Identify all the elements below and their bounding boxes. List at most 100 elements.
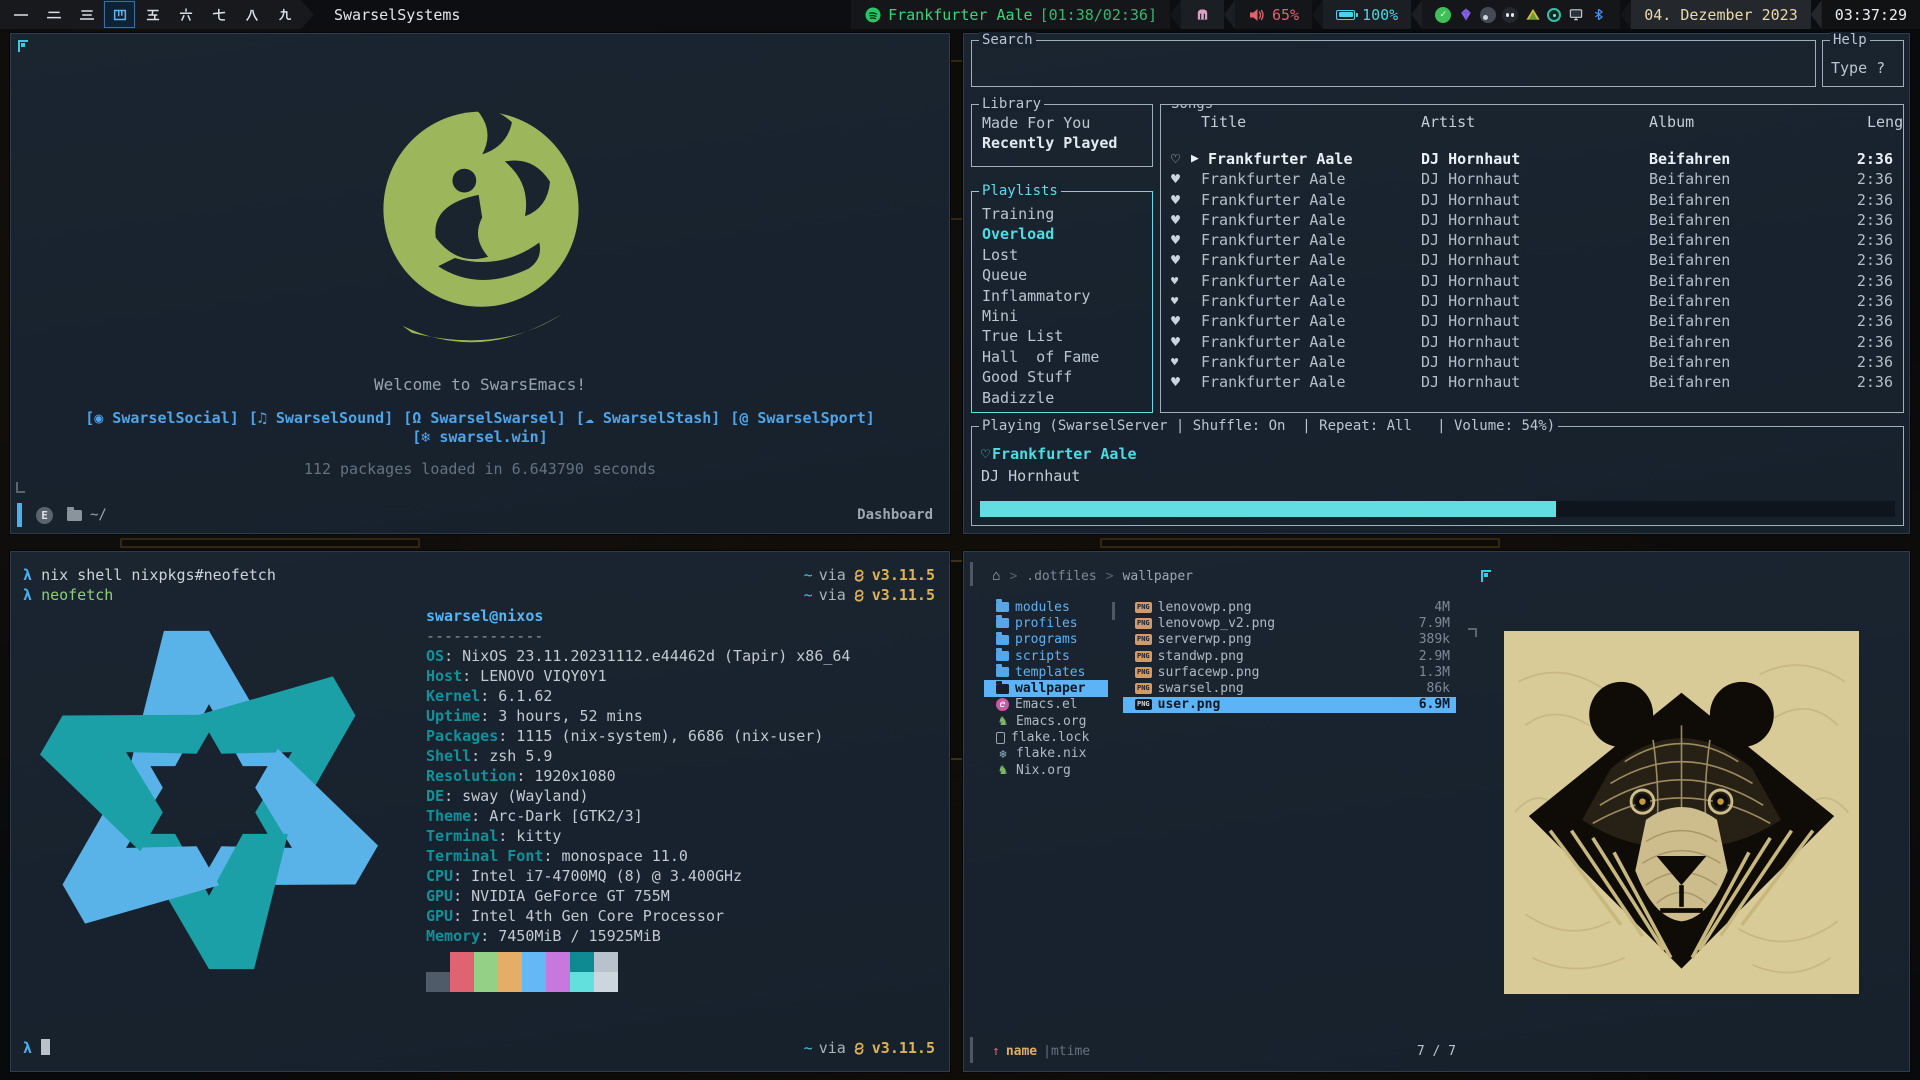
playlist-item[interactable]: Training xyxy=(972,204,1152,224)
dashboard-link-swarselsound[interactable]: [♫ SwarselSound] xyxy=(249,409,394,427)
home-icon[interactable]: ⌂ xyxy=(992,568,1000,584)
music-player-window: Search Help Type ? Library Made For YouR… xyxy=(963,33,1910,534)
gem-icon[interactable] xyxy=(1457,6,1474,23)
heart-icon[interactable]: ♥ xyxy=(1171,352,1178,372)
heart-icon[interactable]: ♥ xyxy=(1171,230,1180,250)
workspace-7[interactable] xyxy=(202,0,235,29)
date-module[interactable]: 04. Dezember 2023 xyxy=(1631,0,1811,29)
song-row[interactable]: ♥Frankfurter AaleDJ HornhautBeifahren2:3… xyxy=(1161,169,1903,189)
search-label: Search xyxy=(979,32,1036,48)
file-item-flake.nix[interactable]: ❄flake.nix xyxy=(984,746,1108,762)
file-item-user.png[interactable]: PNGuser.png6.9M xyxy=(1123,697,1456,713)
spotify-status[interactable]: Frankfurter Aale [01:38/02:36] xyxy=(851,0,1170,29)
song-row[interactable]: ♥Frankfurter AaleDJ HornhautBeifahren2:3… xyxy=(1161,250,1903,270)
dashboard-link-swarselsocial[interactable]: [◉ SwarselSocial] xyxy=(85,409,239,427)
search-box[interactable]: Search xyxy=(971,40,1816,87)
heart-icon[interactable]: ♥ xyxy=(1171,311,1180,331)
dashboard-link-swarselswarsel[interactable]: [Ω SwarselSwarsel] xyxy=(403,409,566,427)
playlist-item[interactable]: Inflammatory xyxy=(972,286,1152,306)
workspace-2[interactable] xyxy=(37,0,70,29)
heart-icon[interactable]: ♥ xyxy=(1171,250,1180,270)
breadcrumb-part[interactable]: .dotfiles xyxy=(1026,569,1096,584)
battery-module[interactable]: 100% xyxy=(1323,0,1411,29)
song-row[interactable]: ♥Frankfurter AaleDJ HornhautBeifahren2:3… xyxy=(1161,372,1903,392)
dir-item-wallpaper[interactable]: wallpaper xyxy=(984,680,1108,696)
playlist-item[interactable]: Badizzle xyxy=(972,388,1152,408)
file-item-emacs.el[interactable]: eEmacs.el xyxy=(984,697,1108,713)
swarsel-win-link[interactable]: [❄ swarsel.win] xyxy=(412,428,547,446)
song-row[interactable]: ♥Frankfurter AaleDJ HornhautBeifahren2:3… xyxy=(1161,210,1903,230)
breadcrumb-separator: > xyxy=(1009,569,1017,584)
breadcrumb[interactable]: ⌂ > .dotfiles > wallpaper xyxy=(992,568,1193,584)
workspace-3[interactable] xyxy=(70,0,103,29)
dashboard-link-swarselsport[interactable]: [@ SwarselSport] xyxy=(730,409,875,427)
file-item-surfacewp.png[interactable]: PNGsurfacewp.png1.3M xyxy=(1123,664,1456,680)
dashboard-link-swarselstash[interactable]: [☁ SwarselStash] xyxy=(576,409,721,427)
library-item[interactable]: Recently Played xyxy=(972,133,1152,153)
workspace-1[interactable] xyxy=(4,0,37,29)
bar-separator xyxy=(1312,0,1323,29)
dir-item-profiles[interactable]: profiles xyxy=(984,615,1108,631)
help-label: Help xyxy=(1830,32,1870,48)
song-row[interactable]: ♡▶Frankfurter AaleDJ HornhautBeifahren2:… xyxy=(1161,149,1903,169)
file-item-flake.lock[interactable]: flake.lock xyxy=(984,729,1108,745)
file-item-emacs.org[interactable]: ♞Emacs.org xyxy=(984,713,1108,729)
dir-item-templates[interactable]: templates xyxy=(984,664,1108,680)
dir-item-modules[interactable]: modules xyxy=(984,599,1108,615)
song-row[interactable]: ♥Frankfurter AaleDJ HornhautBeifahren2:3… xyxy=(1161,230,1903,250)
heart-icon[interactable]: ♡ xyxy=(1171,149,1180,169)
organ-module[interactable] xyxy=(1181,0,1224,29)
song-row[interactable]: ♥Frankfurter AaleDJ HornhautBeifahren2:3… xyxy=(1161,291,1903,311)
song-row[interactable]: ♥Frankfurter AaleDJ HornhautBeifahren2:3… xyxy=(1161,311,1903,331)
file-item-lenovowp.png[interactable]: PNGlenovowp.png4M xyxy=(1123,599,1456,615)
heart-icon[interactable]: ♥ xyxy=(1171,210,1180,230)
playlist-item[interactable]: True List xyxy=(972,326,1152,346)
heart-icon[interactable]: ♥ xyxy=(1171,332,1180,352)
sort-statusbar[interactable]: ↑ name |mtime xyxy=(992,1044,1090,1059)
playlist-item[interactable]: Overload xyxy=(972,224,1152,244)
playlist-item[interactable]: Hall of Fame xyxy=(972,347,1152,367)
song-row[interactable]: ♥Frankfurter AaleDJ HornhautBeifahren2:3… xyxy=(1161,190,1903,210)
progress-bar[interactable] xyxy=(980,501,1895,517)
workspace-5[interactable] xyxy=(136,0,169,29)
dir-item-programs[interactable]: programs xyxy=(984,632,1108,648)
heart-icon[interactable]: ♥ xyxy=(1171,372,1180,392)
heart-icon[interactable]: ♥ xyxy=(1171,169,1180,189)
folder-icon xyxy=(996,684,1009,694)
heart-icon[interactable]: ♥ xyxy=(1171,271,1178,291)
heart-icon[interactable]: ♥ xyxy=(1171,190,1180,210)
terminal-window[interactable]: λ nix shell nixpkgs#neofetch~viav3.11.5λ… xyxy=(10,551,950,1072)
heart-icon[interactable]: ♥ xyxy=(1171,291,1178,311)
dir-item-scripts[interactable]: scripts xyxy=(984,648,1108,664)
song-row[interactable]: ♥Frankfurter AaleDJ HornhautBeifahren2:3… xyxy=(1161,352,1903,372)
file-item-swarsel.png[interactable]: PNGswarsel.png86k xyxy=(1123,680,1456,696)
bluetooth-icon[interactable] xyxy=(1590,6,1607,23)
playlist-item[interactable]: Queue xyxy=(972,265,1152,285)
workspace-4-active[interactable] xyxy=(103,0,136,29)
clock-module[interactable]: 03:37:29 xyxy=(1822,0,1920,29)
check-icon[interactable]: ✓ xyxy=(1435,7,1451,23)
file-item-standwp.png[interactable]: PNGstandwp.png2.9M xyxy=(1123,648,1456,664)
workspace-6[interactable] xyxy=(169,0,202,29)
library-item[interactable]: Made For You xyxy=(972,113,1152,133)
playlist-item[interactable]: Good Stuff xyxy=(972,367,1152,387)
discord-icon[interactable] xyxy=(1502,7,1518,23)
workspace-8[interactable] xyxy=(235,0,268,29)
file-item-nix.org[interactable]: ♞Nix.org xyxy=(984,762,1108,778)
song-row[interactable]: ♥Frankfurter AaleDJ HornhautBeifahren2:3… xyxy=(1161,271,1903,291)
file-item-lenovowp_v2.png[interactable]: PNGlenovowp_v2.png7.9M xyxy=(1123,615,1456,631)
playlists-list: TrainingOverloadLostQueueInflammatoryMin… xyxy=(972,204,1152,408)
song-row[interactable]: ♥Frankfurter AaleDJ HornhautBeifahren2:3… xyxy=(1161,332,1903,352)
playlist-item[interactable]: Lost xyxy=(972,245,1152,265)
terminal-command-line: λ nix shell nixpkgs#neofetch xyxy=(23,566,276,584)
shell-prompt[interactable]: λ xyxy=(23,1039,50,1057)
syncthing-icon[interactable] xyxy=(1547,8,1561,22)
tent-icon[interactable] xyxy=(1524,6,1541,23)
workspace-9[interactable] xyxy=(268,0,301,29)
battery-icon xyxy=(1336,10,1355,20)
display-icon[interactable] xyxy=(1567,6,1584,23)
steam-icon[interactable] xyxy=(1480,7,1496,23)
playlist-item[interactable]: Mini xyxy=(972,306,1152,326)
file-item-serverwp.png[interactable]: PNGserverwp.png389k xyxy=(1123,632,1456,648)
volume-module[interactable]: 65% xyxy=(1235,0,1312,29)
